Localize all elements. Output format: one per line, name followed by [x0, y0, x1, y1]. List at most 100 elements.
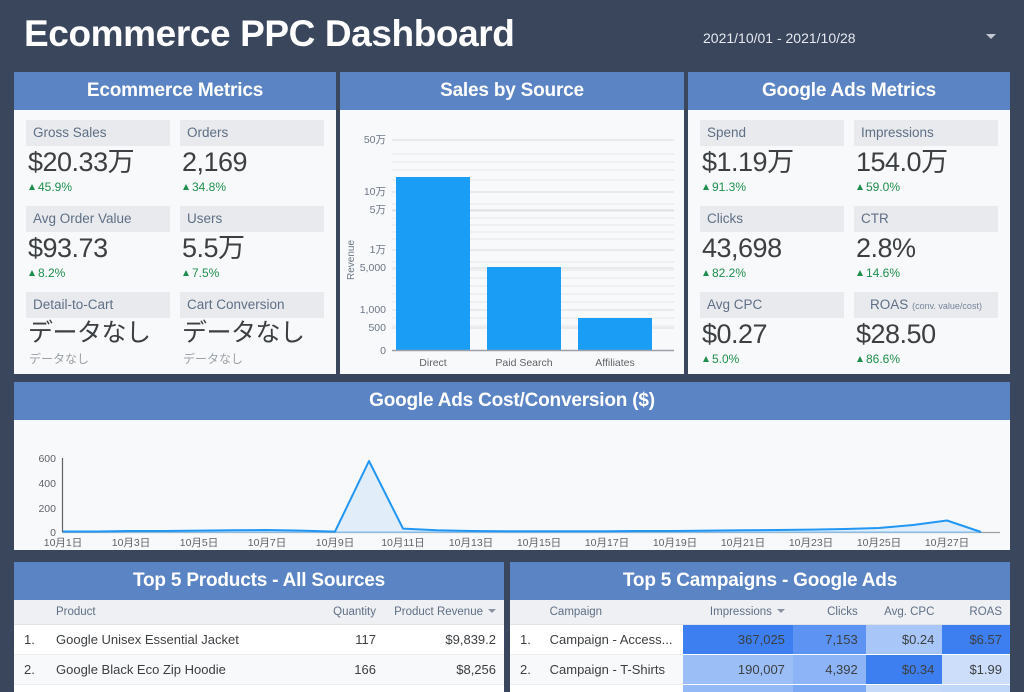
column-quantity[interactable]: Quantity [292, 600, 384, 625]
scorecard-spend[interactable]: Spend $1.19万 91.3% [700, 120, 844, 206]
cell-product: Google Black Eco Zip Hoodie [48, 654, 292, 685]
cell-clicks: 5,133 [792, 684, 866, 692]
row-index: 2. [14, 654, 48, 685]
arrow-up-icon [703, 184, 709, 191]
svg-text:10月27日: 10月27日 [925, 537, 969, 549]
cell-quantity: 117 [292, 624, 384, 655]
scorecard-gross-sales[interactable]: Gross Sales $20.33万 45.9% [26, 120, 170, 206]
arrow-up-icon [183, 184, 189, 191]
scorecard-delta: 82.2% [700, 266, 844, 280]
column-index [14, 600, 48, 625]
page-title: Ecommerce PPC Dashboard [24, 13, 515, 54]
scorecard-users[interactable]: Users 5.5万 7.5% [180, 206, 324, 292]
svg-text:Revenue: Revenue [346, 240, 357, 280]
scorecard-roas[interactable]: ROAS (conv. value/cost) $28.50 86.6% [854, 292, 998, 374]
delta-text: 45.9% [38, 180, 73, 195]
scorecard-delta: 7.5% [180, 266, 324, 280]
column-avg-cpc[interactable]: Avg. CPC [865, 600, 943, 625]
svg-text:1万: 1万 [370, 244, 386, 256]
delta-text: 34.8% [192, 180, 227, 195]
cell-avg-cpc: $0.14 [865, 684, 943, 692]
scorecard-value: 154.0万 [856, 147, 948, 177]
ecommerce-metrics-header: Ecommerce Metrics [14, 72, 336, 110]
table-row[interactable]: 3. Google Camp Fleece Snap Pullover 88 $… [14, 684, 504, 692]
top-campaigns-header: Top 5 Campaigns - Google Ads [510, 562, 1010, 600]
svg-text:10月17日: 10月17日 [585, 537, 629, 549]
scorecard-delta: 34.8% [180, 180, 324, 194]
row-index: 2. [510, 654, 542, 685]
google-ads-metrics-header: Google Ads Metrics [688, 72, 1010, 110]
svg-text:10月5日: 10月5日 [180, 537, 219, 549]
ecommerce-metrics-panel: Ecommerce Metrics Gross Sales $20.33万 45… [14, 72, 336, 374]
table-row[interactable]: 1. Google Unisex Essential Jacket 117 $9… [14, 624, 504, 655]
table-row[interactable]: 1. Campaign - Access... 367,025 7,153 $0… [510, 624, 1010, 655]
sales-by-source-chart[interactable]: 50万 10万 5万 1万 5,000 1,000 500 0 Revenue … [340, 110, 684, 374]
scorecard-ctr[interactable]: CTR 2.8% 14.6% [854, 206, 998, 292]
delta-text: 8.2% [38, 266, 66, 281]
delta-text: 86.6% [866, 352, 901, 367]
row-index: 3. [510, 684, 542, 692]
cell-roas: $1.99 [942, 654, 1010, 685]
svg-text:600: 600 [38, 453, 56, 465]
scorecard-avg-order-value[interactable]: Avg Order Value $93.73 8.2% [26, 206, 170, 292]
column-impressions[interactable]: Impressions [683, 600, 793, 625]
cell-clicks: 4,392 [792, 654, 866, 685]
table-row[interactable]: 2. Campaign - T-Shirts 190,007 4,392 $0.… [510, 654, 1010, 685]
scorecard-label: Users [180, 206, 324, 232]
table-row[interactable]: 2. Google Black Eco Zip Hoodie 166 $8,25… [14, 654, 504, 685]
cell-avg-cpc: $0.34 [865, 654, 943, 685]
svg-text:5,000: 5,000 [360, 262, 386, 274]
cell-campaign: Campaign - Access... [541, 624, 684, 655]
line-area-fill [63, 461, 981, 532]
svg-text:400: 400 [38, 478, 56, 490]
column-campaign[interactable]: Campaign [541, 600, 684, 625]
delta-text: 91.3% [712, 180, 747, 195]
scorecard-value: $28.50 [856, 319, 936, 349]
svg-text:10月7日: 10月7日 [248, 537, 287, 549]
scorecard-label: Clicks [700, 206, 844, 232]
scorecard-delta: 14.6% [854, 266, 998, 280]
chevron-down-icon[interactable] [986, 34, 996, 39]
scorecard-value: データなし [28, 319, 151, 347]
scorecard-orders[interactable]: Orders 2,169 34.8% [180, 120, 324, 206]
svg-text:5万: 5万 [370, 204, 386, 216]
scorecard-detail-to-cart[interactable]: Detail-to-Cart データなし データなし [26, 292, 170, 374]
svg-text:50万: 50万 [364, 134, 386, 146]
cell-product: Google Camp Fleece Snap Pullover [48, 684, 292, 692]
column-clicks[interactable]: Clicks [792, 600, 866, 625]
delta-text: 59.0% [866, 180, 901, 195]
column-product[interactable]: Product [48, 600, 292, 625]
scorecard-delta: 59.0% [854, 180, 998, 194]
cell-revenue: $9,839.2 [384, 624, 504, 655]
svg-text:0: 0 [380, 345, 386, 357]
sales-by-source-header: Sales by Source [340, 72, 684, 110]
svg-text:200: 200 [38, 503, 56, 515]
scorecard-label: Avg CPC [700, 292, 844, 318]
column-roas[interactable]: ROAS [942, 600, 1010, 625]
scorecard-delta: 45.9% [26, 180, 170, 194]
table-row[interactable]: 3. Campaign - Dynami... 172,354 5,133 $0… [510, 684, 1010, 692]
scorecard-delta: データなし [29, 351, 90, 366]
svg-text:10月19日: 10月19日 [653, 537, 697, 549]
cell-clicks: 7,153 [792, 624, 866, 655]
column-product-revenue[interactable]: Product Revenue [384, 600, 504, 625]
scorecard-value: $20.33万 [28, 147, 135, 177]
scorecard-label: ROAS (conv. value/cost) [854, 292, 998, 318]
scorecard-label: Spend [700, 120, 844, 146]
arrow-up-icon [29, 184, 35, 191]
scorecard-delta: データなし [183, 351, 244, 366]
svg-text:10月15日: 10月15日 [517, 537, 561, 549]
svg-text:10月9日: 10月9日 [316, 537, 355, 549]
cell-impressions: 367,025 [683, 624, 793, 655]
svg-text:10月11日: 10月11日 [381, 537, 425, 549]
scorecard-avg-cpc[interactable]: Avg CPC $0.27 5.0% [700, 292, 844, 374]
scorecard-cart-conversion[interactable]: Cart Conversion データなし データなし [180, 292, 324, 374]
scorecard-value: $93.73 [28, 233, 108, 263]
panel-title: Sales by Source [440, 80, 584, 101]
scorecard-impressions[interactable]: Impressions 154.0万 59.0% [854, 120, 998, 206]
cell-roas: $2.4 [942, 684, 1010, 692]
top-campaigns-panel: Top 5 Campaigns - Google Ads Campaign Im… [510, 562, 1010, 692]
date-range-selector[interactable]: 2021/10/01 - 2021/10/28 [703, 30, 856, 46]
cost-per-conversion-chart[interactable]: 600 400 200 0 10月1日 10月3日 10月5日 10月7日 10… [14, 420, 1010, 550]
scorecard-clicks[interactable]: Clicks 43,698 82.2% [700, 206, 844, 292]
